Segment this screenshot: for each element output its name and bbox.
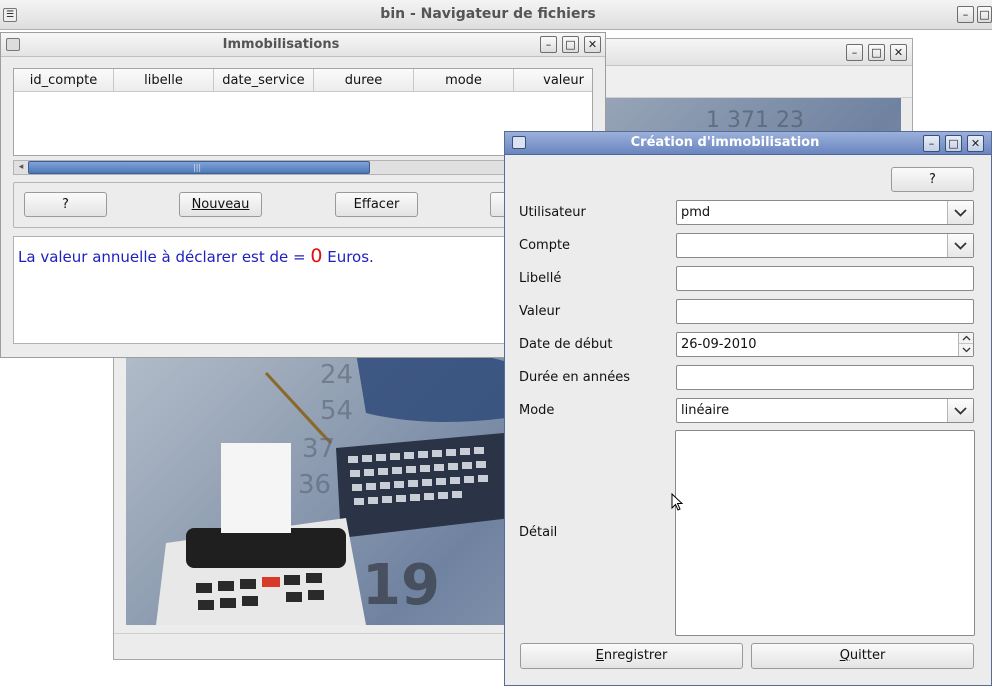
scrollbar-thumb[interactable]: |||	[28, 161, 370, 174]
maximize-icon[interactable]: □	[562, 36, 579, 53]
valeur-label: Valeur	[519, 304, 561, 319]
close-icon[interactable]: ✕	[890, 44, 907, 61]
creation-title: Création d'immobilisation	[630, 135, 820, 150]
mode-value: linéaire	[681, 403, 730, 418]
save-mnemonic: E	[595, 648, 604, 663]
help-button[interactable]: ?	[24, 192, 107, 217]
utilisateur-combobox[interactable]: pmd	[676, 200, 974, 225]
duree-label: Durée en années	[519, 370, 631, 385]
compte-label: Compte	[519, 238, 571, 253]
save-label-rest: nregistrer	[603, 648, 668, 663]
column-header-valeur[interactable]: valeur	[514, 69, 592, 92]
valeur-input[interactable]	[676, 299, 974, 324]
file-manager-title: bin - Navigateur de fichiers	[380, 6, 596, 22]
annual-value-message: La valeur annuelle à déclarer est de = 0…	[18, 245, 374, 267]
chevron-down-icon	[962, 347, 971, 353]
save-button-label: Enregistrer	[596, 648, 668, 663]
column-header-mode[interactable]: mode	[414, 69, 514, 92]
maximize-icon[interactable]: □	[945, 135, 962, 152]
quit-mnemonic: Q	[839, 648, 850, 663]
libelle-input[interactable]	[676, 266, 974, 291]
libelle-label: Libellé	[519, 271, 562, 286]
quit-label-rest: uitter	[849, 648, 886, 663]
close-icon[interactable]: ✕	[584, 36, 601, 53]
immobilisations-title: Immobilisations	[222, 37, 340, 52]
photo-digit: 37	[302, 434, 336, 464]
date-debut-spinbox[interactable]: 26-09-2010	[676, 332, 974, 357]
column-header-duree[interactable]: duree	[314, 69, 414, 92]
utilisateur-label: Utilisateur	[519, 205, 586, 220]
mode-combobox[interactable]: linéaire	[676, 398, 974, 423]
grip-icon: |||	[193, 163, 202, 172]
chevron-down-icon	[954, 242, 967, 250]
photo-digit: 54	[320, 396, 354, 426]
column-header-id-compte[interactable]: id_compte	[14, 69, 114, 92]
detail-textarea[interactable]	[675, 430, 975, 636]
photo-digit: 24	[320, 360, 354, 390]
mode-dropdown-button[interactable]	[947, 399, 973, 422]
new-button[interactable]: Nouveau	[179, 192, 262, 217]
new-button-label: Nouveau	[191, 197, 250, 212]
mode-label: Mode	[519, 403, 555, 418]
dialog-help-button[interactable]: ?	[891, 167, 974, 192]
chevron-down-icon	[954, 209, 967, 217]
chevron-up-icon	[962, 335, 971, 341]
minimize-icon[interactable]: –	[957, 6, 974, 23]
mouse-cursor-icon	[671, 493, 684, 511]
minimize-icon[interactable]: –	[540, 36, 557, 53]
close-icon[interactable]: ✕	[967, 135, 984, 152]
spin-down-button[interactable]	[958, 344, 973, 356]
quit-button-label: Quitter	[840, 648, 886, 663]
utilisateur-value: pmd	[681, 205, 711, 220]
creation-titlebar[interactable]: Création d'immobilisation – □ ✕	[505, 132, 991, 155]
save-button[interactable]: Enregistrer	[520, 643, 743, 669]
column-header-libelle[interactable]: libelle	[114, 69, 214, 92]
photo-digit: 36	[298, 470, 332, 500]
quit-button[interactable]: Quitter	[751, 643, 974, 669]
date-debut-label: Date de début	[519, 337, 613, 352]
minimize-icon[interactable]: –	[923, 135, 940, 152]
message-suffix: Euros.	[322, 248, 374, 266]
message-prefix: La valeur annuelle à déclarer est de =	[18, 248, 311, 266]
date-debut-value: 26-09-2010	[681, 337, 757, 352]
message-value: 0	[310, 245, 323, 267]
chevron-down-icon	[954, 407, 967, 415]
photo-digit: 1 371 23	[706, 108, 804, 133]
utilisateur-dropdown-button[interactable]	[947, 201, 973, 224]
compte-dropdown-button[interactable]	[947, 234, 973, 257]
scroll-left-arrow-icon[interactable]: ◂	[14, 161, 28, 174]
immobilisations-titlebar[interactable]: Immobilisations – □ ✕	[1, 33, 605, 57]
column-header-date-service[interactable]: date_service	[214, 69, 314, 92]
detail-label: Détail	[519, 525, 558, 540]
maximize-icon[interactable]: □	[977, 6, 992, 23]
file-manager-titlebar[interactable]: ☰ bin - Navigateur de fichiers – □	[0, 0, 992, 30]
duree-input[interactable]	[676, 365, 974, 390]
spin-up-button[interactable]	[958, 333, 973, 344]
clear-button[interactable]: Effacer	[335, 192, 418, 217]
maximize-icon[interactable]: □	[868, 44, 885, 61]
minimize-icon[interactable]: –	[846, 44, 863, 61]
photo-digit: 19	[362, 553, 440, 618]
compte-combobox[interactable]	[676, 233, 974, 258]
